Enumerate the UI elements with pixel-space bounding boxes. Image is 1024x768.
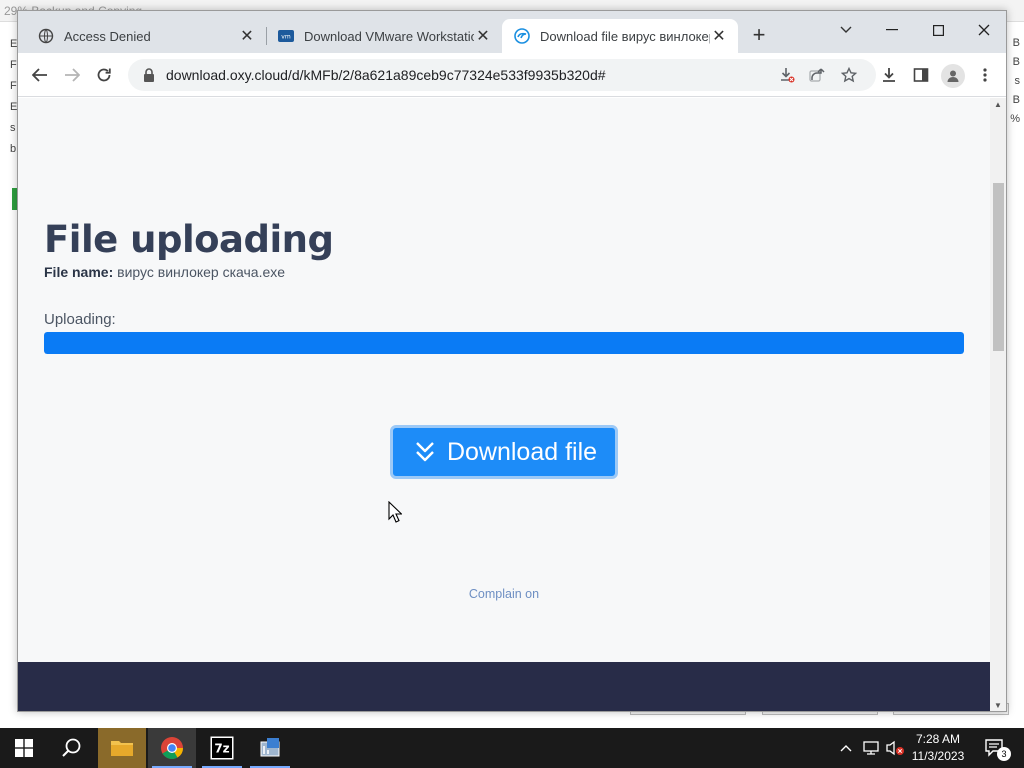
side-panel-icon[interactable]: [910, 64, 932, 86]
minimize-button[interactable]: [869, 15, 915, 45]
chrome-icon: [161, 737, 183, 759]
download-blocked-icon[interactable]: [778, 66, 796, 84]
file-name-line: File name: вирус винлокер скача.exe: [44, 264, 285, 280]
tab-label: Download file вирус винлокер с: [540, 28, 710, 44]
show-hidden-icons-icon[interactable]: [836, 728, 856, 768]
tab-vmware[interactable]: vm Download VMware Workstation ✕: [266, 19, 502, 53]
bg-letter: B: [1012, 37, 1020, 49]
bg-letter: s: [1014, 75, 1021, 87]
mouse-cursor-icon: [388, 500, 403, 523]
7zip-icon: 7z: [210, 736, 234, 760]
file-explorer-button[interactable]: [98, 728, 146, 768]
file-name-label: File name:: [44, 264, 114, 280]
lock-icon[interactable]: [142, 68, 156, 82]
bg-letter: B: [1012, 56, 1020, 68]
download-icon[interactable]: [878, 64, 900, 86]
tab-label: Download VMware Workstation: [304, 28, 474, 44]
scroll-down-icon[interactable]: ▼: [990, 699, 1006, 711]
vmware-icon: vm: [278, 28, 294, 44]
bg-letter: B: [1012, 94, 1020, 106]
file-name-value: вирус винлокер скача.exe: [117, 264, 286, 280]
7zip-taskbar-button[interactable]: 7z: [198, 728, 246, 768]
chrome-taskbar-button[interactable]: [148, 728, 196, 768]
page-title: File uploading: [44, 218, 334, 261]
clock-time: 7:28 AM: [915, 732, 961, 746]
volume-muted-icon[interactable]: [884, 728, 906, 768]
close-icon[interactable]: ✕: [238, 27, 256, 45]
download-file-button[interactable]: Download file: [390, 425, 618, 479]
svg-text:7z: 7z: [214, 742, 229, 756]
bg-letter: %: [1010, 113, 1020, 125]
installer-taskbar-button[interactable]: [246, 728, 294, 768]
upload-progress-fill: [44, 332, 964, 354]
tab-strip: Access Denied ✕ vm Download VMware Works…: [18, 11, 1006, 53]
clock-date: 11/3/2023: [911, 749, 965, 763]
close-window-button[interactable]: [961, 15, 1006, 45]
chevron-down-icon[interactable]: [823, 15, 869, 45]
double-chevron-down-icon: [411, 438, 439, 466]
complain-link[interactable]: Complain on: [18, 587, 990, 601]
page-content: File uploading File name: вирус винлокер…: [18, 98, 990, 711]
close-icon[interactable]: ✕: [710, 27, 728, 45]
address-bar[interactable]: download.oxy.cloud/d/kMFb/2/8a621a89ceb9…: [128, 59, 876, 91]
page-footer: [18, 662, 990, 711]
star-bookmark-icon[interactable]: [840, 66, 858, 84]
system-clock[interactable]: 7:28 AM 11/3/2023: [906, 731, 970, 765]
maximize-button[interactable]: [915, 15, 961, 45]
close-icon[interactable]: ✕: [474, 27, 492, 45]
notifications-button[interactable]: 3: [978, 728, 1012, 768]
more-menu-icon[interactable]: [974, 64, 996, 86]
svg-text:vm: vm: [281, 34, 291, 41]
oxy-cloud-icon: [514, 28, 530, 44]
scrollbar-thumb[interactable]: [993, 183, 1004, 351]
start-button[interactable]: [0, 728, 48, 768]
new-tab-button[interactable]: +: [748, 24, 770, 47]
uploading-label: Uploading:: [44, 311, 116, 328]
upload-progress-bar: [44, 332, 964, 354]
scroll-up-icon[interactable]: ▲: [990, 98, 1006, 112]
background-app-right-column: B B s B %: [1010, 34, 1020, 129]
tab-download-file[interactable]: Download file вирус винлокер с ✕: [502, 19, 738, 53]
search-icon: [62, 738, 81, 757]
forward-button[interactable]: [58, 61, 86, 89]
back-button[interactable]: [26, 61, 54, 89]
profile-avatar-icon[interactable]: [941, 64, 965, 88]
globe-shield-icon: [38, 28, 54, 44]
reload-button[interactable]: [90, 61, 118, 89]
windows-logo-icon: [15, 739, 33, 757]
url-text: download.oxy.cloud/d/kMFb/2/8a621a89ceb9…: [166, 67, 606, 83]
windows-taskbar: 7z 7:28 AM 11/3/2023 3: [0, 728, 1024, 768]
search-button[interactable]: [48, 728, 96, 768]
share-icon[interactable]: [808, 66, 826, 84]
chrome-browser-window: Access Denied ✕ vm Download VMware Works…: [17, 10, 1007, 712]
browser-toolbar: download.oxy.cloud/d/kMFb/2/8a621a89ceb9…: [18, 53, 1006, 97]
network-icon[interactable]: [860, 728, 882, 768]
tab-access-denied[interactable]: Access Denied ✕: [26, 19, 266, 53]
download-file-label: Download file: [446, 437, 598, 466]
page-scrollbar[interactable]: ▲ ▼: [990, 98, 1006, 711]
tab-label: Access Denied: [64, 28, 151, 44]
notification-count-badge: 3: [997, 747, 1011, 761]
folder-icon: [111, 741, 133, 756]
installer-icon: [260, 738, 280, 757]
